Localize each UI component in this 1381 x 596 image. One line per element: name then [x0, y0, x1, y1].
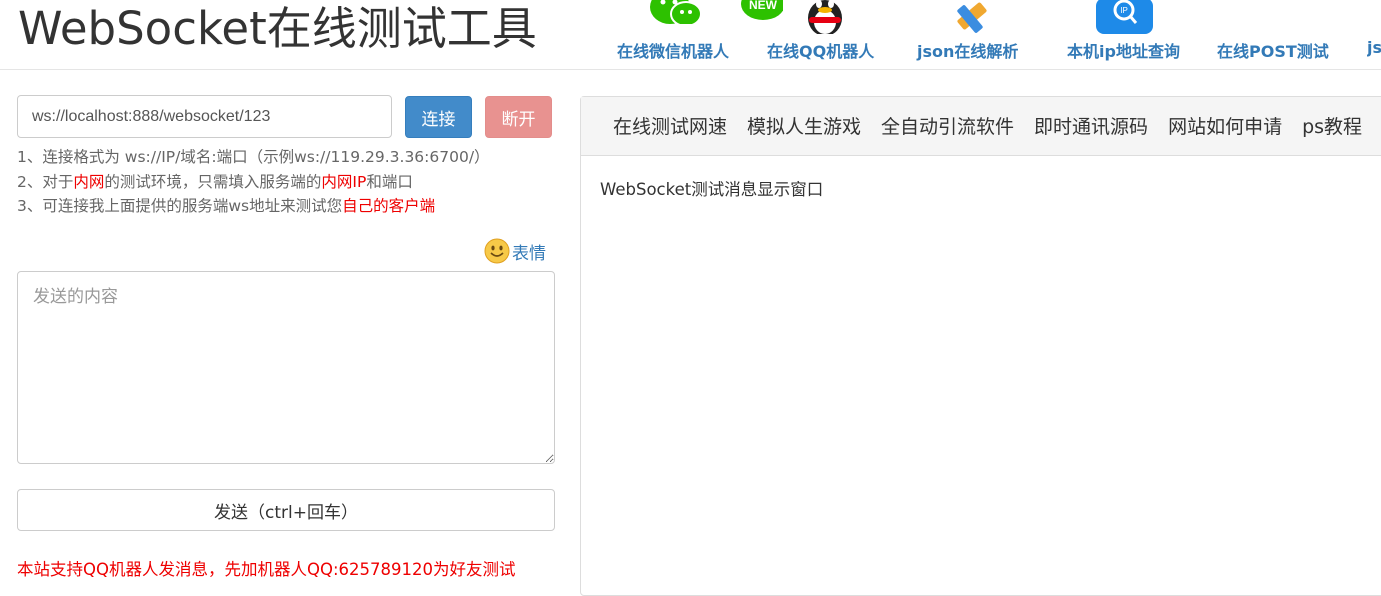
panel-link[interactable]: 模拟人生游戏	[747, 112, 861, 139]
panel-link[interactable]: 全自动引流软件	[881, 112, 1014, 139]
qq-robot-note: 本站支持QQ机器人发消息，先加机器人QQ:625789120为好友测试	[17, 560, 516, 579]
svg-text:IP: IP	[1120, 6, 1128, 15]
message-panel: 在线测试网速 模拟人生游戏 全自动引流软件 即时通讯源码 网站如何申请 ps教程…	[580, 96, 1381, 596]
panel-link[interactable]: 即时通讯源码	[1034, 112, 1148, 139]
panel-link[interactable]: 在线测试网速	[613, 112, 727, 139]
nav-item-ip[interactable]: IP 本机ip地址查询	[1067, 0, 1191, 70]
help-text-part: 2、对于	[17, 172, 74, 191]
help-highlight: 内网	[73, 172, 105, 191]
nav-item-post[interactable]: 在线POST测试	[1217, 0, 1342, 70]
smiley-icon	[484, 238, 510, 264]
pencil-ruler-icon	[957, 2, 987, 33]
send-button[interactable]: 发送（ctrl+回车）	[17, 489, 555, 531]
nav-item-wechat[interactable]: NEW 在线微信机器人	[617, 0, 783, 70]
wechat-new-icon: NEW	[650, 0, 783, 24]
nav-label: 本机ip地址查询	[1067, 42, 1180, 61]
message-input[interactable]	[17, 271, 555, 464]
nav-label: 在线POST测试	[1217, 42, 1329, 61]
disconnect-button[interactable]: 断开	[485, 96, 552, 138]
help-highlight: 自己的客户端	[342, 197, 436, 215]
help-text-part: 和端口	[366, 172, 413, 191]
panel-link[interactable]: 网站如何申请	[1168, 112, 1282, 139]
site-header: WebSocket在线测试工具 NEW 在线微信机器人 在线QQ机器人 json…	[0, 0, 1381, 70]
nav-label: 在线QQ机器人	[767, 42, 875, 61]
top-nav: NEW 在线微信机器人 在线QQ机器人 json在线解析 IP 本机ip地址查询…	[0, 0, 1381, 70]
nav-label: js	[1367, 38, 1381, 57]
emoji-label: 表情	[512, 243, 546, 264]
help-text-part: 的测试环境，只需填入服务端的	[104, 172, 322, 191]
panel-header: 在线测试网速 模拟人生游戏 全自动引流软件 即时通讯源码 网站如何申请 ps教程…	[581, 97, 1381, 156]
ip-search-icon: IP	[1096, 0, 1153, 34]
nav-item-js[interactable]: js	[1367, 0, 1381, 70]
help-text-part: 3、可连接我上面提供的服务端ws地址来测试您	[17, 197, 343, 215]
help-line-3: 3、可连接我上面提供的服务端ws地址来测试您自己的客户端	[17, 194, 490, 219]
qq-penguin-icon	[808, 0, 842, 34]
websocket-url-input[interactable]	[17, 95, 392, 138]
panel-link[interactable]: ps教程	[1302, 112, 1362, 139]
nav-label: json在线解析	[917, 42, 1019, 61]
help-highlight: 内网IP	[321, 172, 367, 191]
connect-button[interactable]: 连接	[405, 96, 472, 138]
help-line-2: 2、对于内网的测试环境，只需填入服务端的内网IP和端口	[17, 170, 490, 195]
nav-item-qq[interactable]: 在线QQ机器人	[767, 0, 885, 70]
message-display: WebSocket测试消息显示窗口	[600, 180, 824, 199]
help-text: 1、连接格式为 ws://IP/域名:端口（示例ws://119.29.3.36…	[17, 145, 490, 219]
panel-link-bar: 在线测试网速 模拟人生游戏 全自动引流软件 即时通讯源码 网站如何申请 ps教程…	[613, 112, 1381, 139]
help-line-1: 1、连接格式为 ws://IP/域名:端口（示例ws://119.29.3.36…	[17, 148, 490, 166]
emoji-button[interactable]: 表情	[484, 237, 546, 265]
nav-item-json[interactable]: json在线解析	[917, 0, 1029, 70]
nav-label: 在线微信机器人	[617, 42, 730, 61]
